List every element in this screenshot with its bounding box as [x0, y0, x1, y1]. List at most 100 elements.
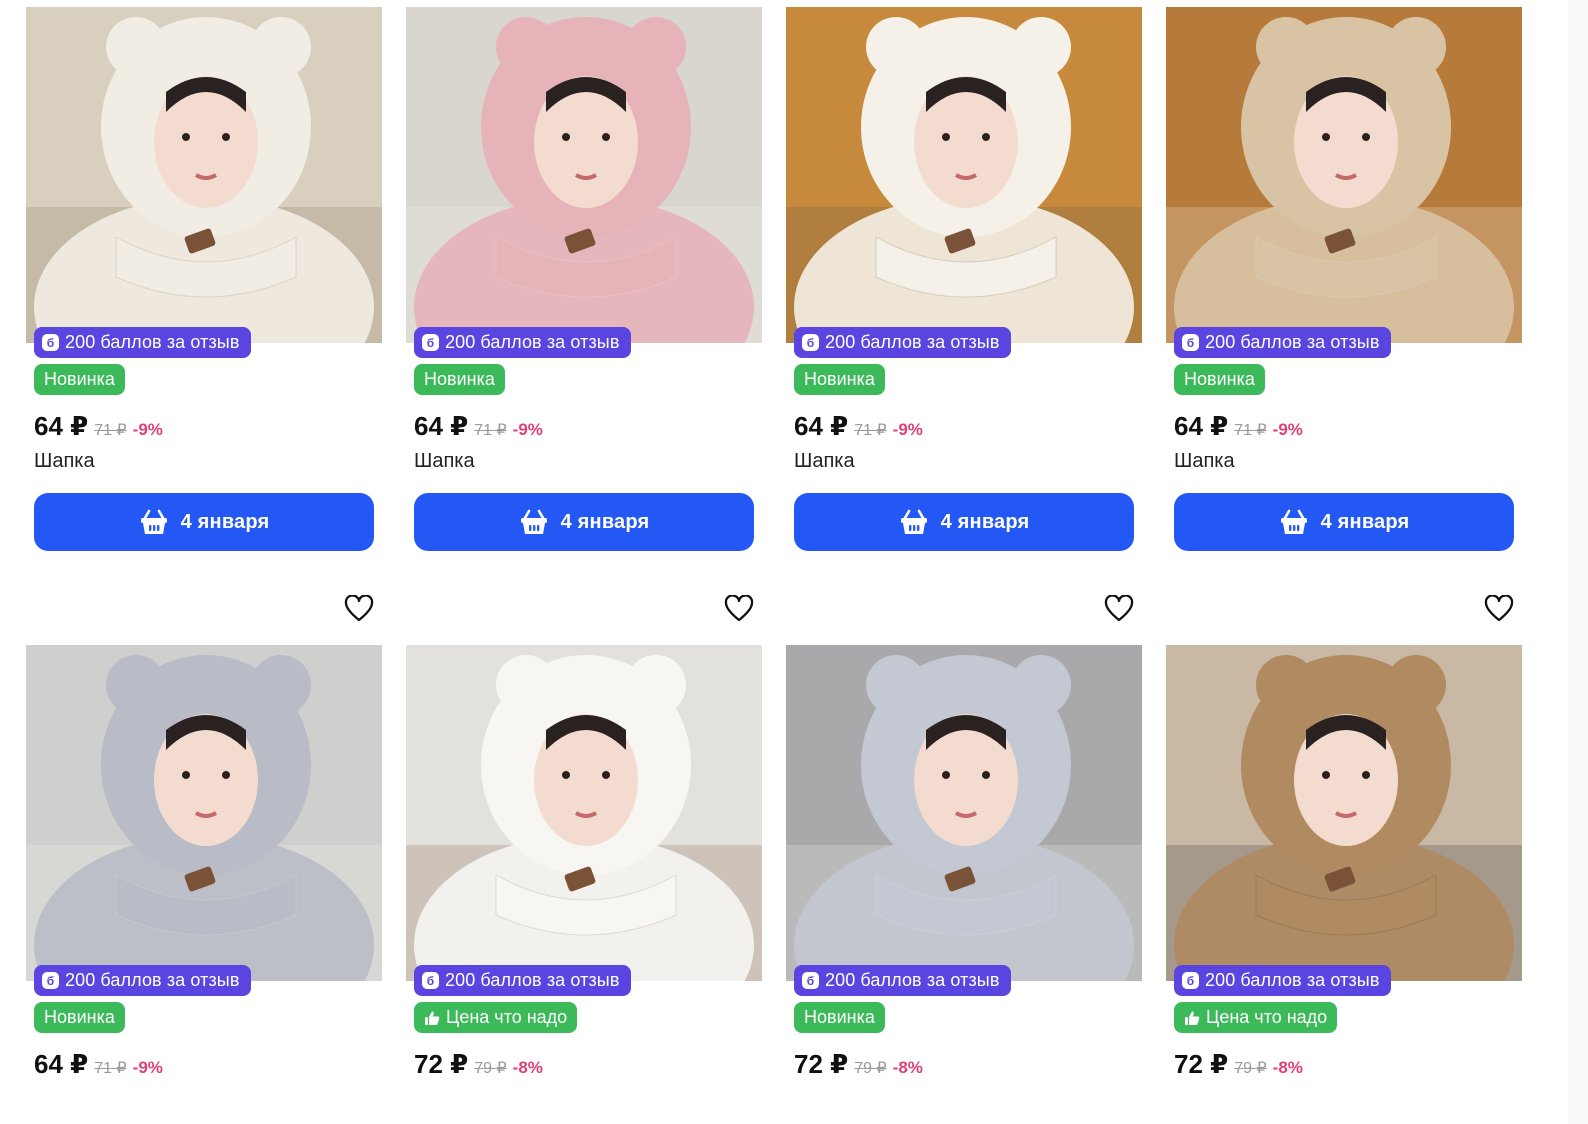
current-price: 64 ₽	[34, 1049, 89, 1079]
discount-percent: -9%	[1272, 420, 1303, 439]
review-points-label: 200 баллов за отзыв	[825, 332, 1000, 352]
review-points-badge: б 200 баллов за отзыв	[1174, 965, 1391, 996]
old-price: 71 ₽	[94, 422, 127, 439]
product-photo-image	[406, 645, 762, 981]
delivery-date-label: 4 января	[1320, 510, 1410, 533]
product-card[interactable]: б 200 баллов за отзыв Новинка 64 ₽ 71 ₽ …	[406, 7, 762, 567]
delivery-date-label: 4 января	[940, 510, 1030, 533]
thumbs-up-icon	[1185, 1011, 1200, 1025]
price-row: 72 ₽ 79 ₽ -8%	[794, 1049, 923, 1080]
basket-icon	[520, 509, 547, 534]
add-to-cart-button[interactable]: 4 января	[414, 493, 754, 551]
review-points-badge: б 200 баллов за отзыв	[794, 965, 1011, 996]
review-points-badge: б 200 баллов за отзыв	[1174, 327, 1391, 358]
product-card[interactable]: б 200 баллов за отзыв Новинка 64 ₽ 71 ₽ …	[26, 7, 382, 567]
favorite-heart-icon[interactable]	[724, 594, 754, 623]
add-to-cart-button[interactable]: 4 января	[1174, 493, 1514, 551]
price-row: 64 ₽ 71 ₽ -9%	[794, 411, 923, 442]
good-price-badge: Цена что надо	[1174, 1002, 1338, 1033]
points-icon: б	[422, 334, 439, 351]
product-card[interactable]: б 200 баллов за отзыв Новинка 72 ₽ 79 ₽ …	[786, 594, 1142, 1124]
badge-label: Новинка	[804, 1007, 875, 1027]
product-title[interactable]: Шапка	[1174, 450, 1235, 473]
badge-label: Новинка	[1184, 369, 1255, 389]
price-row: 64 ₽ 71 ₽ -9%	[34, 411, 163, 442]
discount-percent: -9%	[892, 420, 923, 439]
product-photo-image	[26, 7, 382, 343]
product-photo-image	[786, 645, 1142, 981]
review-points-label: 200 баллов за отзыв	[1205, 970, 1380, 990]
old-price: 71 ₽	[94, 1060, 127, 1077]
new-badge: Новинка	[794, 1002, 885, 1033]
product-card[interactable]: б 200 баллов за отзыв Цена что надо 72 ₽…	[406, 594, 762, 1124]
product-photo-image	[406, 7, 762, 343]
review-points-label: 200 баллов за отзыв	[65, 970, 240, 990]
points-icon: б	[42, 334, 59, 351]
new-badge: Новинка	[34, 1002, 125, 1033]
new-badge: Новинка	[1174, 364, 1265, 395]
delivery-date-label: 4 января	[560, 510, 650, 533]
badge-label: Цена что надо	[446, 1007, 568, 1027]
product-card[interactable]: б 200 баллов за отзыв Новинка 64 ₽ 71 ₽ …	[786, 7, 1142, 567]
product-photo-image	[1166, 645, 1522, 981]
points-icon: б	[802, 334, 819, 351]
product-title[interactable]: Шапка	[34, 450, 95, 473]
points-icon: б	[802, 972, 819, 989]
favorite-heart-icon[interactable]	[344, 594, 374, 623]
badge-label: Новинка	[44, 1007, 115, 1027]
product-photo[interactable]	[1166, 7, 1522, 343]
old-price: 79 ₽	[1234, 1060, 1267, 1077]
product-card[interactable]: б 200 баллов за отзыв Новинка 64 ₽ 71 ₽ …	[1166, 7, 1522, 567]
price-row: 64 ₽ 71 ₽ -9%	[1174, 411, 1303, 442]
review-points-badge: б 200 баллов за отзыв	[794, 327, 1011, 358]
basket-icon	[1280, 509, 1307, 534]
product-photo-image	[1166, 7, 1522, 343]
product-photo-image	[26, 645, 382, 981]
current-price: 64 ₽	[34, 411, 89, 441]
price-row: 64 ₽ 71 ₽ -9%	[34, 1049, 163, 1080]
add-to-cart-button[interactable]: 4 января	[34, 493, 374, 551]
product-title[interactable]: Шапка	[794, 450, 855, 473]
add-to-cart-button[interactable]: 4 января	[794, 493, 1134, 551]
discount-percent: -8%	[512, 1058, 543, 1077]
product-card[interactable]: б 200 баллов за отзыв Цена что надо 72 ₽…	[1166, 594, 1522, 1124]
product-photo[interactable]	[26, 7, 382, 343]
badge-label: Цена что надо	[1206, 1007, 1328, 1027]
discount-percent: -8%	[892, 1058, 923, 1077]
review-points-badge: б 200 баллов за отзыв	[414, 965, 631, 996]
points-icon: б	[1182, 334, 1199, 351]
review-points-label: 200 баллов за отзыв	[825, 970, 1000, 990]
current-price: 64 ₽	[414, 411, 469, 441]
badge-label: Новинка	[424, 369, 495, 389]
price-row: 72 ₽ 79 ₽ -8%	[1174, 1049, 1303, 1080]
current-price: 64 ₽	[1174, 411, 1229, 441]
product-title[interactable]: Шапка	[414, 450, 475, 473]
favorite-heart-icon[interactable]	[1484, 594, 1514, 623]
product-photo[interactable]	[406, 645, 762, 981]
page-scrollbar[interactable]	[1568, 0, 1588, 1124]
price-row: 64 ₽ 71 ₽ -9%	[414, 411, 543, 442]
discount-percent: -9%	[512, 420, 543, 439]
product-photo[interactable]	[786, 7, 1142, 343]
review-points-label: 200 баллов за отзыв	[445, 332, 620, 352]
product-photo[interactable]	[786, 645, 1142, 981]
basket-icon	[140, 509, 167, 534]
product-card[interactable]: б 200 баллов за отзыв Новинка 64 ₽ 71 ₽ …	[26, 594, 382, 1124]
points-icon: б	[422, 972, 439, 989]
old-price: 79 ₽	[854, 1060, 887, 1077]
new-badge: Новинка	[34, 364, 125, 395]
product-photo[interactable]	[406, 7, 762, 343]
old-price: 71 ₽	[854, 422, 887, 439]
badge-label: Новинка	[804, 369, 875, 389]
current-price: 72 ₽	[794, 1049, 849, 1079]
good-price-badge: Цена что надо	[414, 1002, 578, 1033]
old-price: 79 ₽	[474, 1060, 507, 1077]
review-points-badge: б 200 баллов за отзыв	[414, 327, 631, 358]
product-photo[interactable]	[1166, 645, 1522, 981]
review-points-badge: б 200 баллов за отзыв	[34, 327, 251, 358]
review-points-label: 200 баллов за отзыв	[445, 970, 620, 990]
delivery-date-label: 4 января	[180, 510, 270, 533]
current-price: 72 ₽	[414, 1049, 469, 1079]
favorite-heart-icon[interactable]	[1104, 594, 1134, 623]
product-photo[interactable]	[26, 645, 382, 981]
